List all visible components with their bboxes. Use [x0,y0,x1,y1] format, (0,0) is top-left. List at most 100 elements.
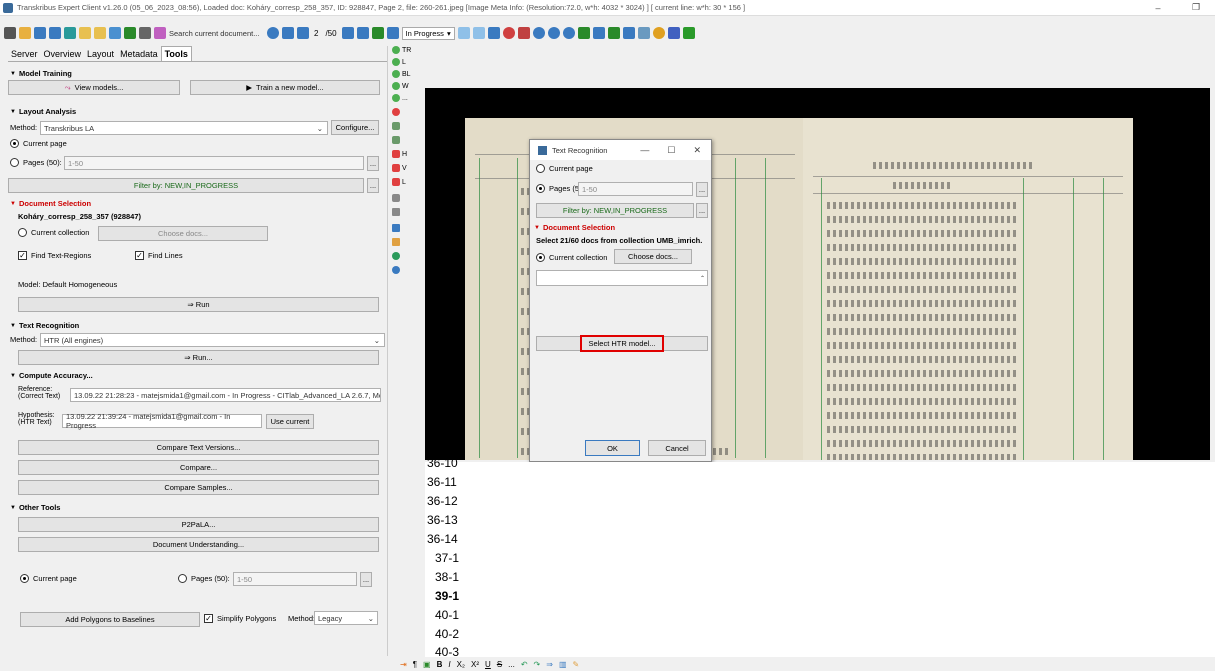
line-item[interactable]: 36-14 [427,532,458,546]
ot-pages-radio[interactable]: Pages (50): [178,574,230,583]
print-icon[interactable] [139,27,151,39]
la-run-button[interactable]: ⇒ Run [18,297,379,312]
dlg-current-page-radio[interactable]: Current page [536,164,593,173]
train-model-button[interactable]: ▶ Train a new model... [190,80,380,95]
superscript-button[interactable]: X² [471,660,479,669]
help-tool[interactable] [392,266,400,274]
down-icon[interactable] [487,27,500,39]
la-doc-selection-header[interactable]: ▼ Document Selection [8,196,93,211]
prev-page-icon[interactable] [297,27,309,39]
dialog-close-icon[interactable]: ✕ [693,145,701,156]
search-icon[interactable] [267,27,279,39]
use-current-button[interactable]: Use current [266,414,314,429]
width-icon[interactable] [592,27,605,39]
bold-button[interactable]: B [437,660,443,669]
tab-tools[interactable]: Tools [160,46,192,61]
tab-layout[interactable]: Layout [84,47,117,61]
la-method-select[interactable]: Transkribus LA ⌄ [40,121,328,135]
export-icon[interactable] [109,27,121,39]
line-item[interactable]: 36-13 [427,513,458,527]
zoom-out-icon[interactable] [562,27,575,39]
text-region-tool[interactable]: TR [392,46,411,54]
delete-icon[interactable] [154,27,166,39]
la-pages-input[interactable]: 1-50 [64,156,364,170]
doc-understanding-button[interactable]: Document Understanding... [18,537,379,552]
simplify-polygons-checkbox[interactable]: ✓ Simplify Polygons [204,614,276,623]
ot-current-page-radio[interactable]: Current page [20,574,77,583]
layers-icon[interactable] [637,27,650,39]
more-tool[interactable]: ... [392,94,408,102]
menu-icon[interactable] [4,27,16,39]
tab-server[interactable]: Server [8,47,41,61]
refresh-icon[interactable] [124,27,136,39]
reference-select[interactable]: 13.09.22 21:28:23 - matejsmida1@gmail.co… [70,388,381,402]
ot-pages-input[interactable]: 1-50 [233,572,357,586]
find-lines-checkbox[interactable]: ✓ Find Lines [135,251,183,260]
layout-analysis-header[interactable]: ▼ Layout Analysis [8,104,78,119]
split-l-tool[interactable]: L [392,178,406,186]
image-icon[interactable]: ▣ [423,660,431,669]
subscript-button[interactable]: X₂ [457,660,465,669]
fit-icon[interactable] [577,27,590,39]
line-item[interactable]: 39-1 [435,589,459,603]
dialog-minimize-button[interactable]: — [640,145,649,156]
info-icon[interactable] [64,27,76,39]
line-item[interactable]: 40-2 [435,627,459,641]
tag-icon[interactable] [517,27,530,39]
save-icon[interactable] [386,27,399,39]
line-item[interactable]: 37-1 [435,551,459,565]
line-item[interactable]: 38-1 [435,570,459,584]
dlg-ok-button[interactable]: OK [585,440,640,456]
line-item[interactable]: 36-10 [427,456,458,470]
dialog-maximize-button[interactable]: ☐ [667,145,675,156]
view-models-button[interactable]: ⤳ View models... [8,80,180,95]
dlg-choose-docs-button[interactable]: Choose docs... [614,249,692,264]
split-v-tool[interactable]: V [392,164,407,172]
next-page-icon[interactable] [341,27,354,39]
pencil-icon[interactable]: ✎ [573,660,580,669]
line-item[interactable]: 36-12 [427,494,458,508]
p2pala-button[interactable]: P2PaLA... [18,517,379,532]
table-tool[interactable] [392,208,400,216]
underline-button[interactable]: U [485,660,491,669]
dlg-pages-input[interactable]: 1-50 [578,182,693,196]
strikethrough-button[interactable]: S [497,660,502,669]
dlg-pages-more-button[interactable]: ... [696,182,708,197]
tr-method-select[interactable]: HTR (All engines) ⌄ [40,333,385,347]
model-training-header[interactable]: ▼ Model Training [8,66,74,81]
open-folder-icon[interactable] [94,27,106,39]
dlg-filter-button[interactable]: Filter by: NEW,IN_PROGRESS [536,203,694,218]
last-page-icon[interactable] [356,27,369,39]
la-current-page-radio[interactable]: Current page [10,139,67,148]
pencil-icon[interactable] [19,27,31,39]
la-filter-button[interactable]: Filter by: NEW,IN_PROGRESS [8,178,364,193]
redo-icon[interactable]: ↷ [534,660,541,669]
restore-button[interactable]: ❐ [1177,2,1215,13]
dlg-docs-list[interactable]: ⌃ [536,270,708,286]
rotate-icon[interactable] [622,27,635,39]
line-item[interactable]: 36-11 [427,475,457,489]
find-text-regions-checkbox[interactable]: ✓ Find Text-Regions [18,251,91,260]
align-icon[interactable]: ¶ [413,660,417,669]
person-tool[interactable] [392,194,400,202]
pen-tool[interactable] [392,238,400,246]
copy-icon[interactable] [457,27,470,39]
indent-icon[interactable]: ⇥ [400,660,407,669]
split-tool[interactable] [392,122,400,130]
la-pages-more-button[interactable]: ... [367,156,379,171]
italic-button[interactable]: I [448,660,450,669]
settings-icon[interactable] [652,27,665,39]
record-icon[interactable] [502,27,515,39]
minimize-button[interactable]: – [1139,3,1177,13]
status-select[interactable]: In Progress ▾ [401,26,455,40]
la-pages-radio[interactable]: Pages (50): [10,158,62,167]
word-tool[interactable]: W [392,82,409,90]
split-h-tool[interactable]: H [392,150,407,158]
line-item[interactable]: 40-1 [435,608,459,622]
baseline-tool[interactable]: BL [392,70,411,78]
palette-icon[interactable] [667,27,680,39]
folder-icon[interactable] [79,27,91,39]
zoom-icon[interactable] [532,27,545,39]
la-choose-docs-button[interactable]: Choose docs... [98,226,268,241]
search-document-input[interactable]: Search current document... [169,27,264,40]
